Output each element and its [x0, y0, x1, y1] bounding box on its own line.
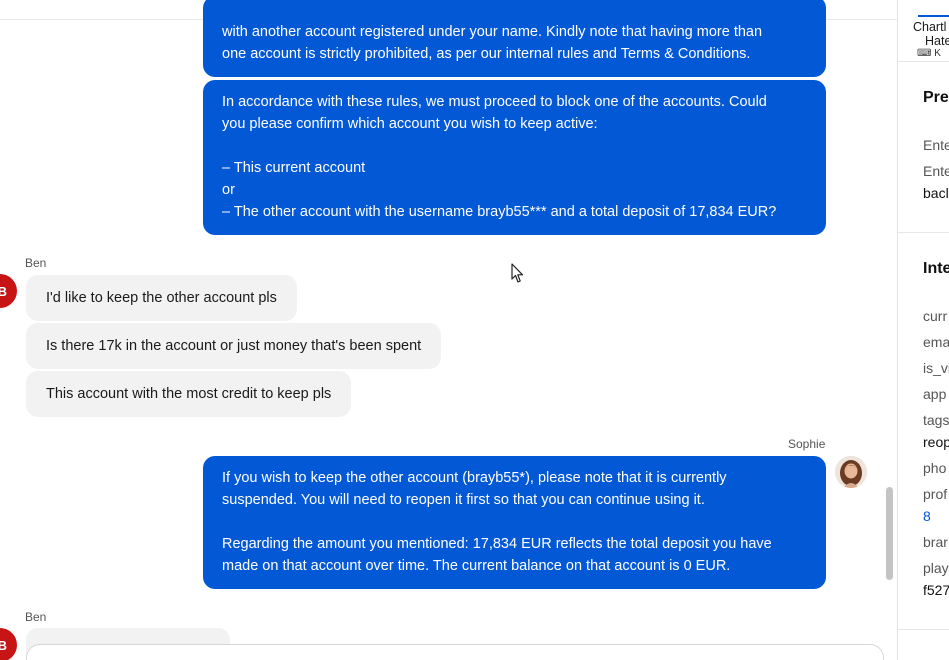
section-title: Pre [923, 89, 949, 106]
field-label: ema [923, 334, 949, 350]
field-label: app [923, 386, 947, 402]
side-panel-tabs: Chartl Hate ⌨ K [898, 0, 949, 62]
message-line: If you wish to keep the other account (b… [222, 470, 727, 486]
message-line: made on that account over time. The curr… [222, 558, 731, 574]
tab-label-line: Chartl [913, 20, 947, 34]
details-side-panel: Chartl Hate ⌨ K Pre Ente Ente bacl Inte … [898, 0, 949, 660]
active-tab-indicator [918, 15, 949, 17]
field-label: Ente [923, 163, 949, 179]
message-line: suspended. You will need to reopen it fi… [222, 492, 705, 508]
agent-message: If you wish to keep the other account (b… [203, 456, 826, 589]
field-value-link[interactable]: 8 [923, 508, 931, 524]
tab-chartlist[interactable]: Chartl Hate [913, 20, 949, 48]
field-label: pho [923, 460, 947, 476]
message-line: In accordance with these rules, we must … [222, 94, 767, 110]
customer-message: This account with the most credit to kee… [26, 371, 352, 417]
customer-message: I'd like to keep the other account pls [26, 275, 297, 321]
sender-name: Ben [25, 256, 47, 270]
field-label: prof [923, 486, 948, 502]
message-line: Regarding the amount you mentioned: 17,8… [222, 536, 772, 552]
customer-avatar: B [0, 628, 17, 660]
message-line: – The other account with the username br… [222, 204, 777, 220]
field-label: tags [923, 412, 949, 428]
conversation-thread[interactable]: with another account registered under yo… [0, 0, 897, 660]
field-value: bacl [923, 185, 949, 201]
section-divider [898, 232, 949, 233]
agent-message: with another account registered under yo… [203, 0, 826, 77]
field-label: play [923, 560, 949, 576]
message-line [222, 135, 807, 157]
field-value: f527 [923, 582, 949, 598]
message-line: one account is strictly prohibited, as p… [222, 46, 751, 62]
agent-avatar [835, 456, 867, 488]
chat-scrollbar[interactable] [886, 487, 893, 580]
message-line: with another account registered under yo… [222, 24, 763, 40]
field-label: curr [923, 308, 948, 324]
sender-name: Sophie [788, 437, 826, 451]
app: with another account registered under yo… [0, 0, 949, 660]
message-line: you please confirm which account you wis… [222, 116, 598, 132]
section-title: Inte [923, 260, 949, 277]
message-composer[interactable] [26, 644, 884, 660]
keyboard-shortcut-icon: ⌨ K [917, 48, 941, 59]
message-line: – This current account [222, 160, 366, 176]
sender-name: Ben [25, 610, 47, 624]
mouse-cursor-icon [511, 263, 524, 283]
message-line: or [222, 182, 235, 198]
field-label: is_vi [923, 360, 949, 376]
field-label: Ente [923, 137, 949, 153]
customer-avatar: B [0, 274, 17, 308]
message-line [222, 511, 807, 533]
tab-label-line: Hate [925, 34, 949, 48]
customer-message: Is there 17k in the account or just mone… [26, 323, 442, 369]
section-divider [898, 629, 949, 630]
agent-photo-icon [835, 456, 867, 488]
field-value: reop [923, 434, 949, 450]
field-label: brar [923, 534, 948, 550]
agent-message: In accordance with these rules, we must … [203, 80, 826, 235]
